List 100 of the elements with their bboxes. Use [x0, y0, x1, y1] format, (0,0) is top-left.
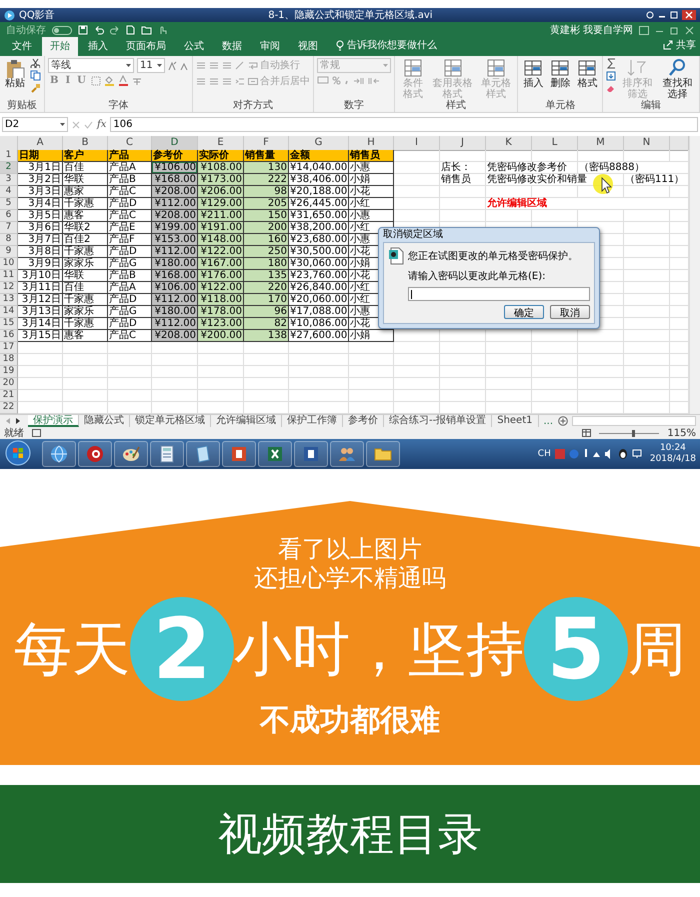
- group-label: 字体: [108, 100, 130, 112]
- table-cell: ¥153.00: [152, 234, 198, 246]
- ribbon-tab[interactable]: 插入: [80, 37, 116, 56]
- table-cell: ¥26,445.00: [289, 198, 349, 210]
- column-header[interactable]: H: [349, 136, 394, 151]
- column-header[interactable]: G: [289, 136, 349, 151]
- column-header[interactable]: N: [624, 136, 670, 151]
- row-header[interactable]: 22: [0, 402, 18, 414]
- table-cell: 3月7日: [18, 234, 63, 246]
- column-header[interactable]: K: [486, 136, 532, 151]
- row-header[interactable]: 14: [0, 306, 18, 318]
- table-cell: ¥123.00: [198, 318, 244, 330]
- row-header[interactable]: 3: [0, 174, 18, 186]
- function-button[interactable]: fx: [97, 119, 106, 130]
- table-cell: 小娟: [349, 330, 394, 342]
- language-indicator[interactable]: CH: [538, 449, 551, 459]
- table-cell: 华联2: [63, 222, 108, 234]
- ribbon-tab[interactable]: 审阅: [252, 37, 288, 56]
- table-cell: ¥122.00: [198, 246, 244, 258]
- table-cell: 小花: [349, 186, 394, 198]
- table-cell: 销售员: [349, 150, 394, 162]
- app-title: QQ影音: [19, 8, 55, 22]
- column-header[interactable]: C: [108, 136, 152, 151]
- table-cell: ¥180.00: [152, 258, 198, 270]
- ribbon-button[interactable]: 格式: [575, 58, 600, 89]
- row-header[interactable]: 9: [0, 246, 18, 258]
- table-cell: 实际价: [198, 150, 244, 162]
- row-header[interactable]: 13: [0, 294, 18, 306]
- table-cell: 惠家: [63, 186, 108, 198]
- name-box[interactable]: D2: [2, 117, 68, 132]
- ribbon-tab[interactable]: 视图: [290, 37, 326, 56]
- column-header[interactable]: I: [394, 136, 440, 151]
- table-cell: ¥118.00: [198, 294, 244, 306]
- tell-me-field[interactable]: 告诉我你想要做什么: [347, 38, 437, 52]
- big-number: 2: [152, 604, 212, 694]
- font-size-field[interactable]: 11: [137, 58, 165, 73]
- sheet-tab[interactable]: 保护演示: [28, 415, 79, 427]
- column-header[interactable]: M: [578, 136, 624, 151]
- ribbon-button[interactable]: 删除: [548, 58, 572, 89]
- table-cell: ¥30,060.00: [289, 258, 349, 270]
- table-cell: 3月3日: [18, 186, 63, 198]
- table-cell: 3月15日: [18, 330, 63, 342]
- row-header[interactable]: 19: [0, 366, 18, 378]
- table-cell: 135: [244, 270, 289, 282]
- table-cell: 千家惠: [63, 294, 108, 306]
- row-header[interactable]: 8: [0, 234, 18, 246]
- table-cell: 3月6日: [18, 222, 63, 234]
- table-cell: 3月12日: [18, 294, 63, 306]
- ribbon-tab[interactable]: 文件: [4, 37, 40, 56]
- row-header[interactable]: 11: [0, 270, 18, 282]
- row-header[interactable]: 1: [0, 150, 18, 162]
- column-header[interactable]: A: [18, 136, 63, 151]
- ribbon-tab[interactable]: 开始: [42, 37, 78, 56]
- row-header[interactable]: 16: [0, 330, 18, 342]
- table-cell: 凭密码修改参考价: [486, 162, 578, 174]
- column-header[interactable]: L: [532, 136, 578, 151]
- row-header[interactable]: 5: [0, 198, 18, 210]
- row-header[interactable]: 4: [0, 186, 18, 198]
- table-cell: 允许编辑区域: [486, 198, 689, 210]
- row-header[interactable]: 21: [0, 390, 18, 402]
- ribbon-tab[interactable]: 页面布局: [118, 37, 174, 56]
- formula-field[interactable]: 106: [110, 117, 698, 132]
- row-header[interactable]: 7: [0, 222, 18, 234]
- table-cell: 160: [244, 234, 289, 246]
- ribbon-button[interactable]: 插入: [521, 58, 546, 89]
- ribbon-button[interactable]: 查找和选择: [659, 58, 696, 100]
- clock-date[interactable]: 2018/4/18: [650, 454, 696, 465]
- table-cell: 华联: [63, 174, 108, 186]
- font-field[interactable]: 等线: [48, 58, 134, 73]
- ribbon-tab[interactable]: 数据: [214, 37, 250, 56]
- clock-time[interactable]: 10:24: [660, 443, 686, 454]
- table-cell: ¥206.00: [198, 186, 244, 198]
- table-cell: 千家惠: [63, 318, 108, 330]
- row-header[interactable]: 12: [0, 282, 18, 294]
- row-header[interactable]: 15: [0, 318, 18, 330]
- table-cell: 138: [244, 330, 289, 342]
- row-header[interactable]: 17: [0, 342, 18, 354]
- row-header[interactable]: 10: [0, 258, 18, 270]
- more-sheets-button[interactable]: ...: [538, 416, 558, 426]
- table-cell: ¥208.00: [152, 186, 198, 198]
- dialog-message: 您正在试图更改的单元格受密码保护。: [408, 250, 578, 263]
- ribbon-tab[interactable]: 公式: [176, 37, 212, 56]
- row-header[interactable]: 6: [0, 210, 18, 222]
- table-cell: ¥200.00: [198, 330, 244, 342]
- row-header[interactable]: 18: [0, 354, 18, 366]
- table-cell: 3月9日: [18, 258, 63, 270]
- column-header[interactable]: J: [440, 136, 486, 151]
- table-cell: 250: [244, 246, 289, 258]
- ok-button[interactable]: 确定: [504, 305, 544, 319]
- table-cell: ¥208.00: [152, 210, 198, 222]
- ribbon-button[interactable]: 粘贴: [3, 58, 27, 89]
- share-button[interactable]: 共享: [676, 38, 696, 52]
- table-cell: ¥23,680.00: [289, 234, 349, 246]
- cancel-button[interactable]: 取消: [550, 305, 590, 319]
- column-header[interactable]: F: [244, 136, 289, 151]
- table-cell: 130: [244, 162, 289, 174]
- row-header[interactable]: 2: [0, 162, 18, 174]
- table-cell: 小红: [349, 198, 394, 210]
- row-header[interactable]: 20: [0, 378, 18, 390]
- table-cell: ¥23,760.00: [289, 270, 349, 282]
